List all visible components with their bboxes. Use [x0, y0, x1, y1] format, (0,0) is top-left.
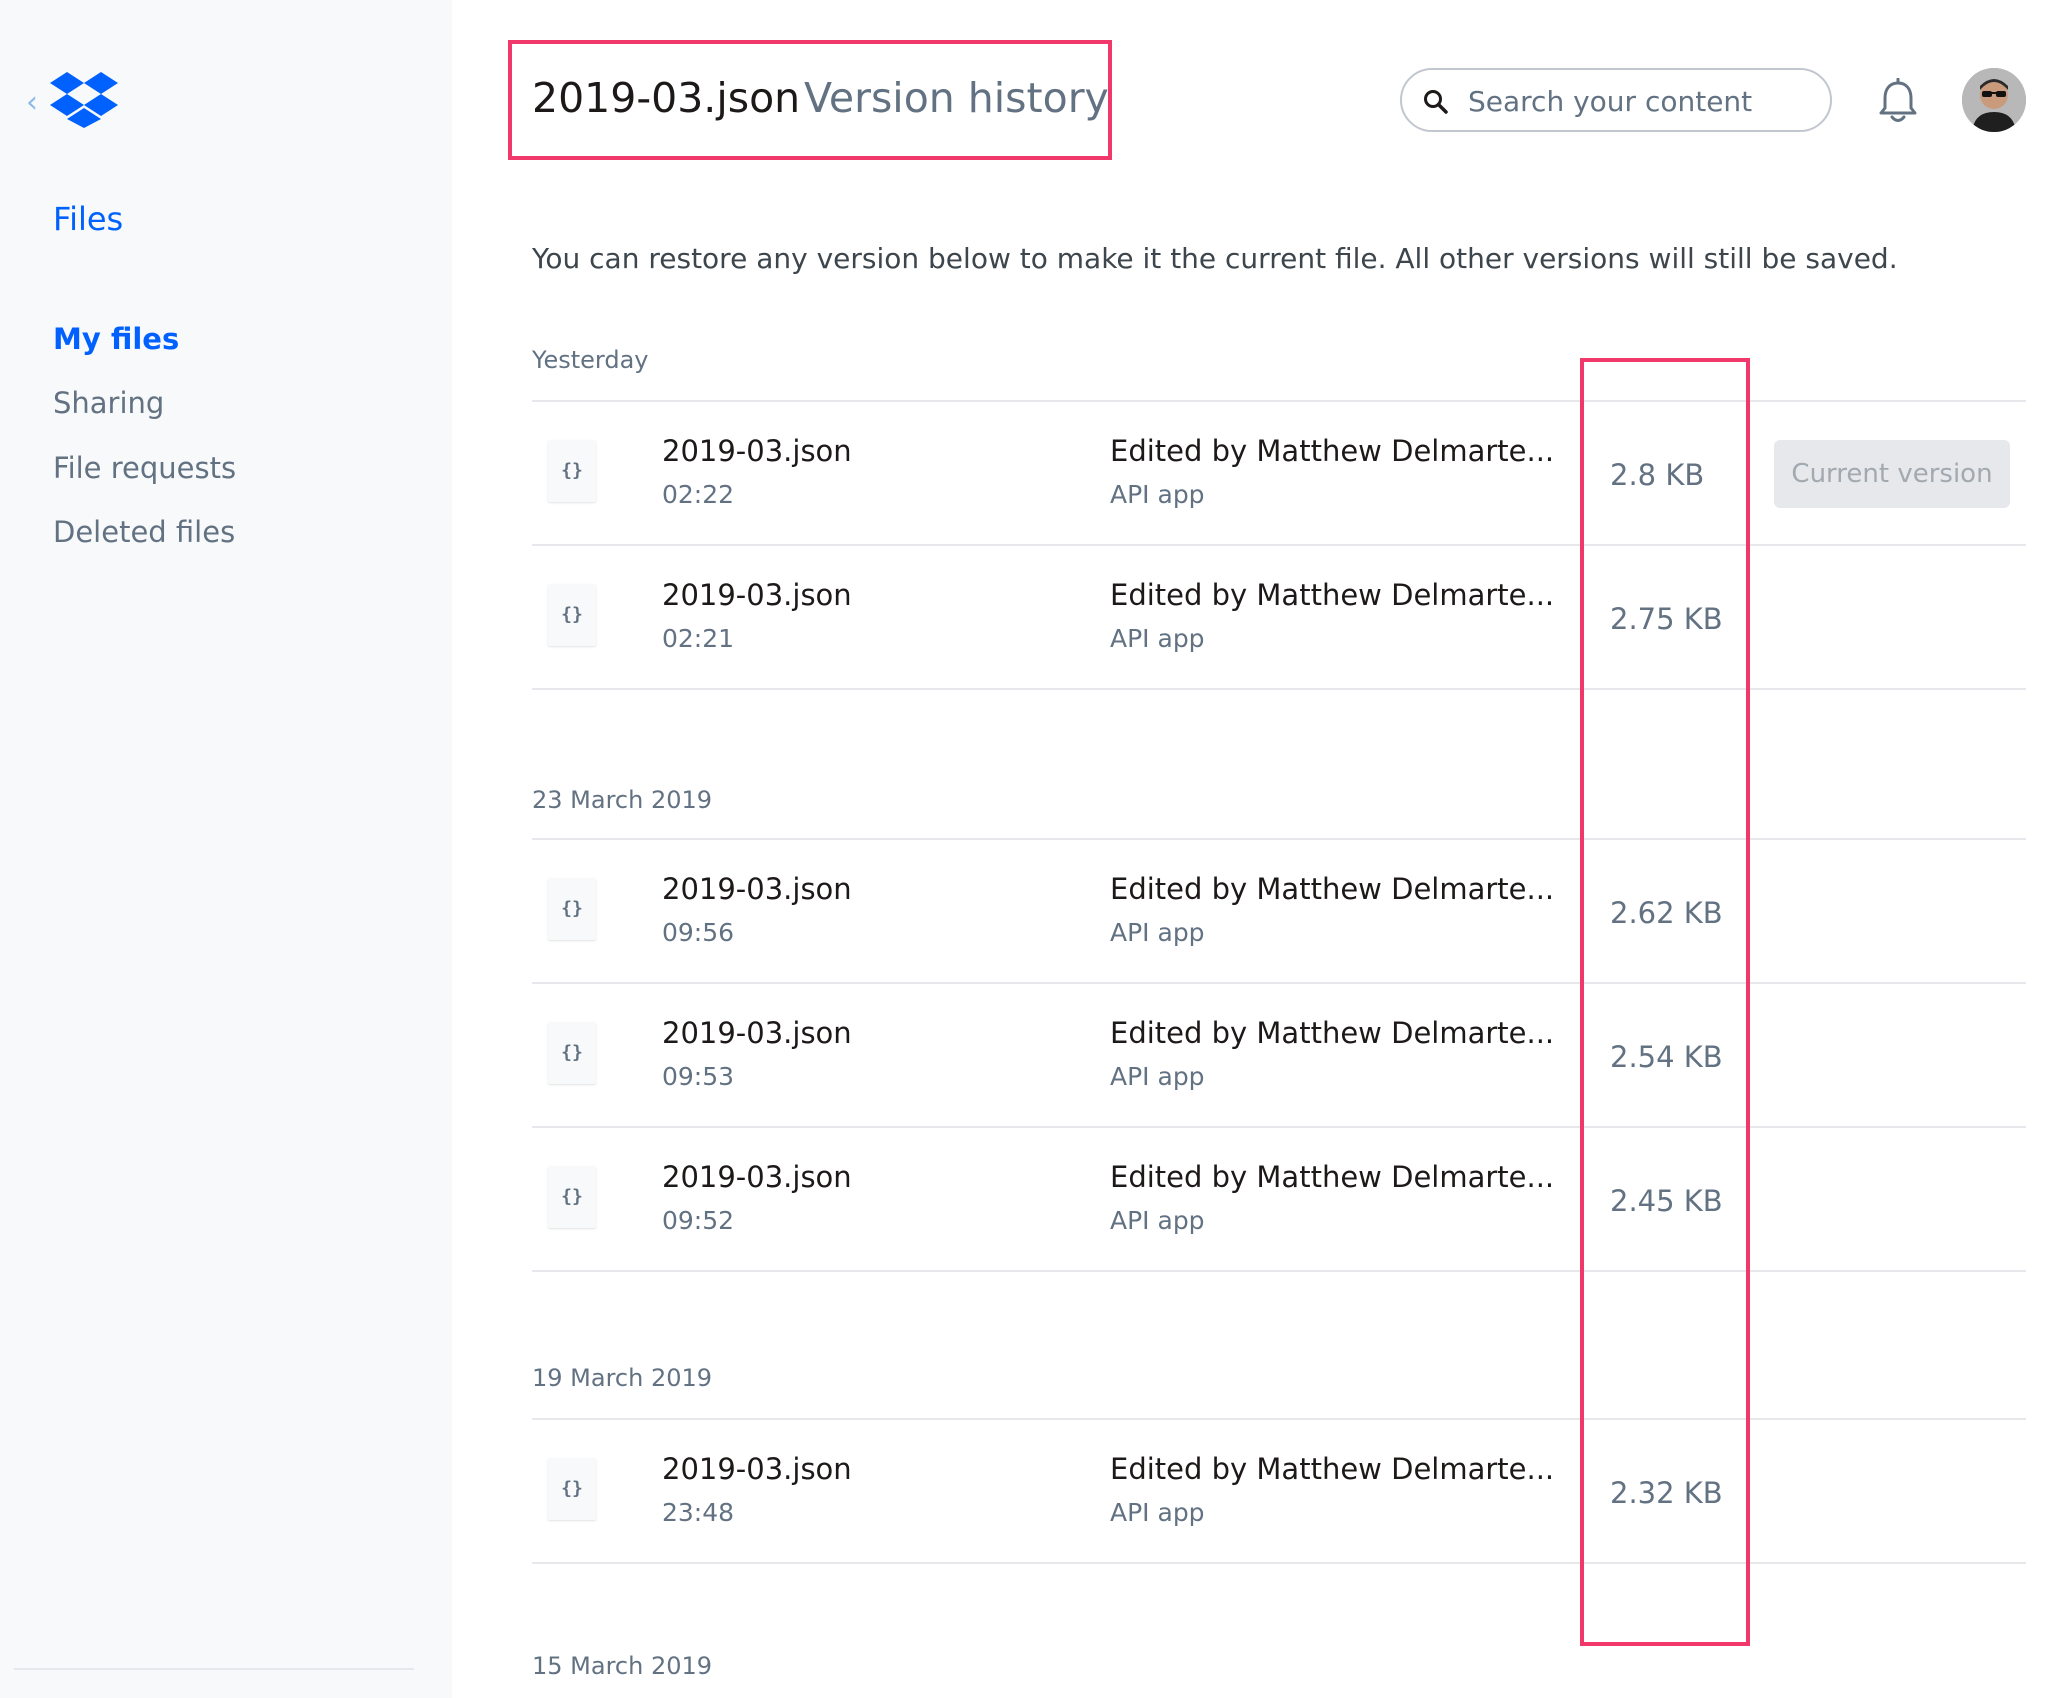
- version-editor: Edited by Matthew Delmarte...: [1110, 1452, 1555, 1486]
- intro-text: You can restore any version below to mak…: [532, 242, 1898, 275]
- version-file-name[interactable]: 2019-03.json: [662, 434, 852, 468]
- version-time: 23:48: [662, 1498, 735, 1527]
- version-source: API app: [1110, 480, 1205, 509]
- sidebar-item-file-requests[interactable]: File requests: [53, 451, 236, 485]
- version-editor: Edited by Matthew Delmarte...: [1110, 434, 1555, 468]
- version-row[interactable]: {} 2019-03.json 02:22 Edited by Matthew …: [532, 402, 2026, 544]
- version-time: 09:53: [662, 1062, 735, 1091]
- files-link[interactable]: Files: [53, 200, 123, 238]
- version-source: API app: [1110, 918, 1205, 947]
- divider: [532, 688, 2026, 690]
- current-version-button[interactable]: Current version: [1774, 440, 2010, 508]
- size-column-highlight-box: [1580, 358, 1750, 1646]
- version-editor: Edited by Matthew Delmarte...: [1110, 872, 1555, 906]
- search-icon: [1424, 90, 1448, 114]
- version-time: 02:22: [662, 480, 735, 509]
- version-row[interactable]: {} 2019-03.json 09:56 Edited by Matthew …: [532, 840, 2026, 982]
- json-file-icon: {}: [548, 1458, 596, 1520]
- version-editor: Edited by Matthew Delmarte...: [1110, 1160, 1555, 1194]
- json-file-icon: {}: [548, 440, 596, 502]
- sidebar-item-sharing[interactable]: Sharing: [53, 386, 164, 420]
- version-time: 09:52: [662, 1206, 735, 1235]
- version-source: API app: [1110, 1498, 1205, 1527]
- version-file-name[interactable]: 2019-03.json: [662, 1016, 852, 1050]
- avatar-image: [1962, 68, 2026, 132]
- json-file-icon: {}: [548, 1166, 596, 1228]
- search-box[interactable]: [1400, 68, 1832, 132]
- bell-icon[interactable]: [1876, 78, 1920, 124]
- page-title-version-history: Version history: [804, 74, 1109, 122]
- version-source: API app: [1110, 624, 1205, 653]
- version-file-name[interactable]: 2019-03.json: [662, 578, 852, 612]
- version-time: 02:21: [662, 624, 735, 653]
- version-editor: Edited by Matthew Delmarte...: [1110, 1016, 1555, 1050]
- group-label-23-march-2019: 23 March 2019: [532, 786, 713, 814]
- version-file-name[interactable]: 2019-03.json: [662, 872, 852, 906]
- avatar[interactable]: [1962, 68, 2026, 132]
- version-source: API app: [1110, 1206, 1205, 1235]
- version-editor: Edited by Matthew Delmarte...: [1110, 578, 1555, 612]
- divider: [532, 1270, 2026, 1272]
- version-row[interactable]: {} 2019-03.json 09:53 Edited by Matthew …: [532, 984, 2026, 1126]
- group-label-19-march-2019: 19 March 2019: [532, 1364, 713, 1392]
- divider: [532, 1562, 2026, 1564]
- page-title-file-name: 2019-03.json: [532, 74, 801, 122]
- sidebar-item-my-files[interactable]: My files: [53, 322, 179, 356]
- sidebar: ‹ Files My files Sharing File requests D…: [0, 0, 452, 1698]
- version-time: 09:56: [662, 918, 735, 947]
- version-source: API app: [1110, 1062, 1205, 1091]
- version-row[interactable]: {} 2019-03.json 02:21 Edited by Matthew …: [532, 546, 2026, 688]
- sidebar-divider: [14, 1668, 414, 1670]
- search-input[interactable]: [1468, 82, 1808, 120]
- group-label-15-march-2019: 15 March 2019: [532, 1652, 713, 1680]
- group-label-yesterday: Yesterday: [532, 346, 649, 374]
- version-row[interactable]: {} 2019-03.json 09:52 Edited by Matthew …: [532, 1128, 2026, 1270]
- json-file-icon: {}: [548, 878, 596, 940]
- json-file-icon: {}: [548, 1022, 596, 1084]
- json-file-icon: {}: [548, 584, 596, 646]
- dropbox-logo-icon[interactable]: [50, 72, 118, 128]
- chevron-left-icon[interactable]: ‹: [26, 88, 38, 118]
- version-file-name[interactable]: 2019-03.json: [662, 1452, 852, 1486]
- version-row[interactable]: {} 2019-03.json 23:48 Edited by Matthew …: [532, 1420, 2026, 1562]
- sidebar-item-deleted-files[interactable]: Deleted files: [53, 515, 235, 549]
- version-file-name[interactable]: 2019-03.json: [662, 1160, 852, 1194]
